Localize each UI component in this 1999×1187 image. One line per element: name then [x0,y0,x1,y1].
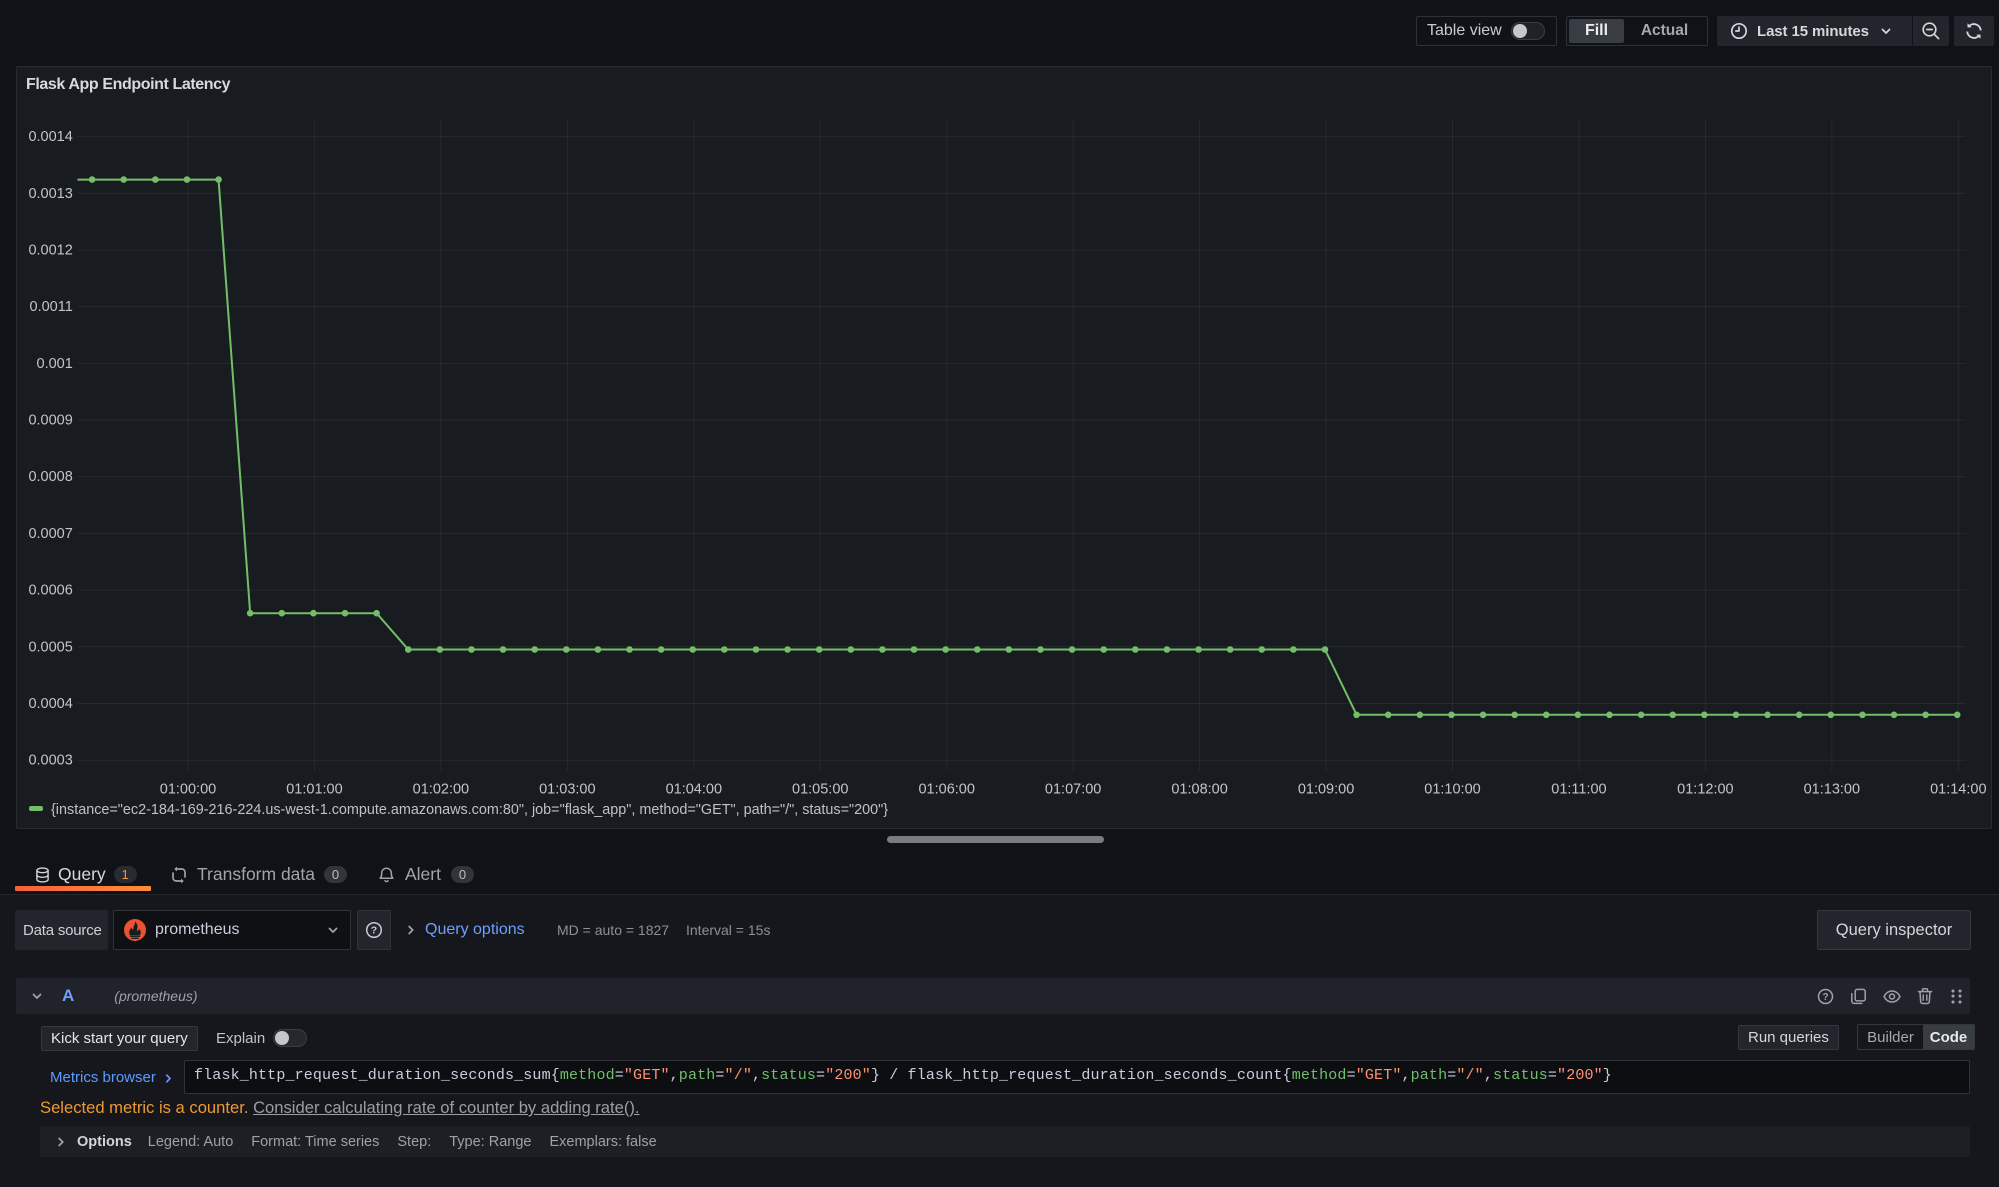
svg-text:01:08:00: 01:08:00 [1171,782,1227,798]
svg-text:0.0013: 0.0013 [28,186,72,202]
svg-text:01:09:00: 01:09:00 [1298,782,1354,798]
svg-text:01:11:00: 01:11:00 [1551,782,1606,798]
svg-text:01:13:00: 01:13:00 [1804,782,1860,798]
svg-text:?: ? [371,925,377,937]
svg-text:01:04:00: 01:04:00 [666,782,722,798]
svg-text:01:03:00: 01:03:00 [539,782,595,798]
svg-text:01:05:00: 01:05:00 [792,782,848,798]
svg-text:0.0006: 0.0006 [28,583,72,599]
svg-text:01:12:00: 01:12:00 [1677,782,1733,798]
svg-text:0.0004: 0.0004 [28,696,72,712]
svg-text:01:06:00: 01:06:00 [918,782,974,798]
svg-text:01:10:00: 01:10:00 [1424,782,1480,798]
svg-text:0.0003: 0.0003 [28,753,72,769]
svg-text:?: ? [1822,992,1828,1003]
svg-text:01:07:00: 01:07:00 [1045,782,1101,798]
svg-text:01:00:00: 01:00:00 [160,782,216,798]
svg-text:01:02:00: 01:02:00 [413,782,469,798]
svg-text:01:01:00: 01:01:00 [286,782,342,798]
svg-text:0.001: 0.001 [37,356,73,372]
svg-text:0.0011: 0.0011 [30,299,73,315]
svg-text:0.0005: 0.0005 [28,639,72,655]
svg-text:0.0014: 0.0014 [28,129,72,145]
svg-text:0.0008: 0.0008 [28,469,72,485]
svg-text:0.0009: 0.0009 [28,413,72,429]
svg-text:0.0012: 0.0012 [28,242,72,258]
svg-text:01:14:00: 01:14:00 [1930,782,1986,798]
svg-text:0.0007: 0.0007 [28,526,72,542]
